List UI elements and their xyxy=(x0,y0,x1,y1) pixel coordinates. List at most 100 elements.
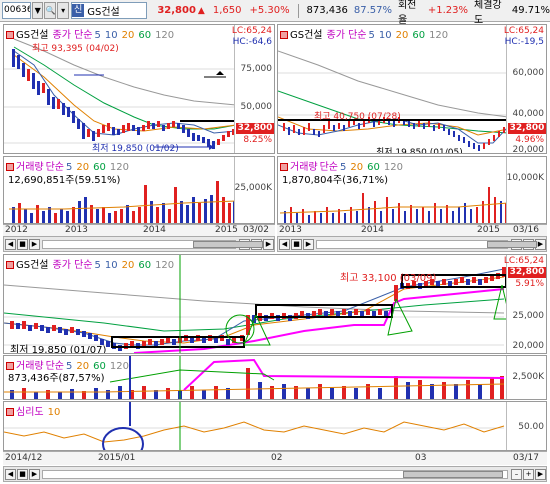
ma-type-label: 종가 단순 xyxy=(326,30,367,41)
panel1-volume-y-axis: 25,000K xyxy=(234,157,274,223)
next-icon[interactable]: ▶ xyxy=(29,468,40,480)
panel3-price-tag: 32,800 xyxy=(508,267,546,278)
psy-period: 10 xyxy=(47,407,61,418)
toolbar: 006360 ▼ 🔍 ▾ 신 GS건설 32,800 ▲ 1,650 +5.30… xyxy=(0,0,550,26)
panel2-volume-value: 1,870,804주(36,71%) xyxy=(282,175,389,186)
x-tick: 2013 xyxy=(65,225,88,235)
x-tick: 2015 xyxy=(477,225,500,235)
panel3-low-label: 최저 19,850 (01/07) xyxy=(10,345,107,354)
vol-ma120-label: 120 xyxy=(109,361,129,372)
scroll-thumb[interactable] xyxy=(487,240,537,248)
panel1-volume-chart[interactable]: 거래량 단순 5 20 60 120 12,690,851주(59.51%) 25,000… xyxy=(3,156,275,224)
x-tick: 02 xyxy=(271,453,283,463)
ma10-label: 10 xyxy=(104,30,118,41)
x-tick: 03 xyxy=(415,453,427,463)
scroll-thumb[interactable] xyxy=(193,240,263,248)
current-price: 32,800 xyxy=(157,5,196,16)
panel-color-square-icon xyxy=(6,163,14,171)
panel2-hc-label: HC:-19,5 xyxy=(504,37,544,47)
blue-circle-annotation[interactable] xyxy=(102,427,144,451)
panel2-date-axis: 2013 2014 2015 03/16 xyxy=(277,224,547,236)
stop-icon[interactable]: ■ xyxy=(17,468,28,480)
y-tick: 25,000K xyxy=(234,183,272,193)
stop-icon[interactable]: ■ xyxy=(291,238,302,250)
search-icon[interactable]: 🔍 xyxy=(44,2,57,19)
panel3-price-chart[interactable]: GS건설 종가 단순 5 10 20 60 120 최고 33,100 (03/09) 최저… xyxy=(3,254,547,354)
panel3-volume-y-axis: 2,500K xyxy=(506,356,546,399)
panel-color-square-icon xyxy=(280,31,288,39)
turnover-label: 회전율 xyxy=(397,0,417,26)
y-tick: 20,000 xyxy=(512,341,545,351)
panel1-date-axis: 2012 2013 2014 2015 03/02 xyxy=(3,224,275,236)
y-tick: 25,000 xyxy=(512,311,545,321)
turnover-value: +1.23% xyxy=(427,5,469,16)
panel3-lc-label: LC:65,24 xyxy=(503,256,544,266)
chevron-down-icon[interactable]: ▾ xyxy=(57,2,69,19)
prev-icon[interactable]: ◀ xyxy=(279,238,290,250)
panel-color-square-icon xyxy=(6,408,14,416)
y-tick: 60,000 xyxy=(512,68,545,78)
panel3-psychology-chart[interactable]: 심리도 10 50.00 xyxy=(3,401,547,451)
panel1-pct-tag: 8.25% xyxy=(243,135,272,145)
panel2-price-tag: 32,800 xyxy=(508,123,546,134)
y-tick: 10,000K xyxy=(506,173,544,183)
credit-badge: 신 xyxy=(71,4,85,17)
x-tick: 2012 xyxy=(5,225,28,235)
panel1-price-tag: 32,800 xyxy=(236,123,274,134)
scroll-right-icon[interactable]: ▶ xyxy=(535,468,546,480)
panel3-psychology-plot xyxy=(4,402,505,451)
panel1-high-label: 최고 93,395 (04/02) xyxy=(32,44,119,54)
zoom-out-icon[interactable]: – xyxy=(511,468,522,480)
next-icon[interactable]: ▶ xyxy=(303,238,314,250)
x-tick: 2014/12 xyxy=(5,453,43,463)
panel2-scrollbar[interactable]: ◀ ■ ▶ – + ▶ xyxy=(277,236,547,252)
stock-name-field[interactable]: 신 GS건설 xyxy=(70,2,148,19)
ma20-label: 20 xyxy=(121,260,135,271)
prev-icon[interactable]: ◀ xyxy=(5,238,16,250)
prev-icon[interactable]: ◀ xyxy=(5,468,16,480)
panel-color-square-icon xyxy=(6,261,14,269)
panel3-y-axis: LC:65,24 32,800 5.91% 25,000 20,000 xyxy=(503,255,546,353)
next-icon[interactable]: ▶ xyxy=(29,238,40,250)
scroll-track[interactable] xyxy=(42,239,263,249)
ma120-label: 120 xyxy=(155,30,175,41)
zoom-in-icon[interactable]: + xyxy=(523,468,534,480)
panel1-volume-value: 12,690,851주(59.51%) xyxy=(8,175,121,186)
scroll-track[interactable] xyxy=(42,469,508,479)
scroll-thumb[interactable] xyxy=(403,470,503,478)
volume-value: 873,436 xyxy=(306,5,348,16)
stop-icon[interactable]: ■ xyxy=(17,238,28,250)
strength-label: 체결강도 xyxy=(474,0,502,26)
price-change: 1,650 xyxy=(212,5,242,16)
panel2-stock-name: GS건설 xyxy=(290,30,323,41)
panel-color-square-icon xyxy=(6,31,14,39)
panel3-scrollbar[interactable]: ◀ ■ ▶ – + ▶ xyxy=(3,466,547,482)
ma120-label: 120 xyxy=(155,260,175,271)
panel2-volume-chart[interactable]: 거래량 단순 5 20 60 120 1,870,804주(36,71%) 10,000K xyxy=(277,156,547,224)
stock-code-input[interactable]: 006360 xyxy=(2,2,31,19)
panel3-volume-chart[interactable]: 거래량 단순 5 20 60 120 873,436주(87,57%) 2,500K xyxy=(3,355,547,400)
panel1-price-chart[interactable]: GS건설 종가 단순 5 10 20 60 120 최고 93,395 (04/02) 최저… xyxy=(3,24,275,154)
scroll-track[interactable] xyxy=(316,239,537,249)
x-tick: 2015/01 xyxy=(98,453,136,463)
y-tick: 50,000 xyxy=(240,102,273,112)
panel3-date-axis: 2014/12 2015/01 02 03 03/17 xyxy=(3,451,547,465)
panel2-price-chart[interactable]: GS건설 종가 단순 5 10 20 60 120 최고 40,750 (07/28) 최저… xyxy=(277,24,547,154)
panel3-header: GS건설 종가 단순 5 10 20 60 120 xyxy=(6,256,174,271)
panel2-y-axis: LC:65,24 HC:-19,5 60,000 40,000 32,800 4… xyxy=(504,25,546,154)
ma60-label: 60 xyxy=(138,30,152,41)
volume-pct: 87.57% xyxy=(353,5,392,16)
y-tick: 75,000 xyxy=(240,64,273,74)
ma60-label: 60 xyxy=(138,260,152,271)
y-tick: 20,000 xyxy=(512,145,545,154)
scroll-right-icon[interactable]: ▶ xyxy=(263,238,274,250)
price-change-pct: +5.30% xyxy=(249,5,290,16)
panel-color-square-icon xyxy=(280,163,288,171)
up-triangle-icon: ▲ xyxy=(197,5,205,16)
panel1-low-label: 최저 19,850 (01/02) xyxy=(92,144,179,154)
dropdown-arrow-icon[interactable]: ▼ xyxy=(31,2,44,19)
x-tick: 03/17 xyxy=(513,453,539,463)
ma5-label: 5 xyxy=(94,30,101,41)
panel1-scrollbar[interactable]: ◀ ■ ▶ – + ▶ xyxy=(3,236,275,252)
panel1-lc-label: LC:65,24 xyxy=(231,26,272,36)
